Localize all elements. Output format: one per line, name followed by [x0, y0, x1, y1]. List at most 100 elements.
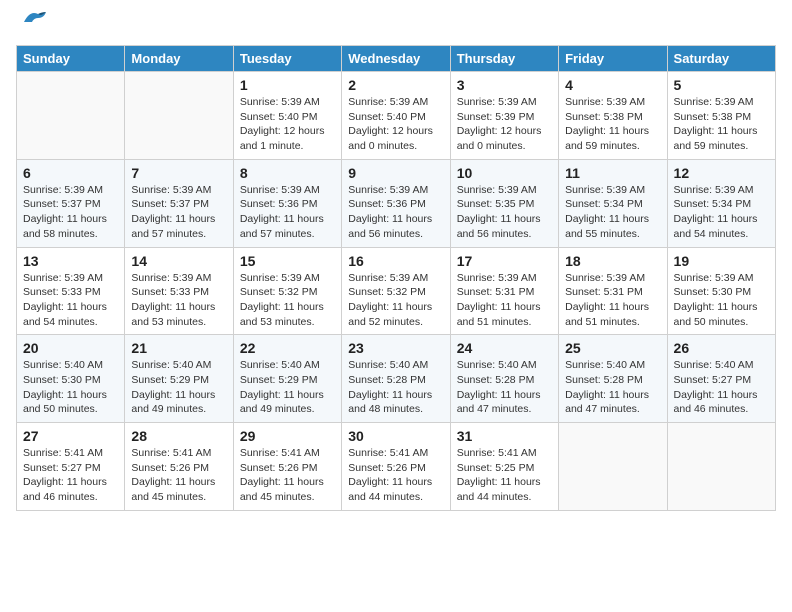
day-info: Sunrise: 5:39 AM Sunset: 5:32 PM Dayligh…	[348, 271, 443, 330]
day-info: Sunrise: 5:41 AM Sunset: 5:27 PM Dayligh…	[23, 446, 118, 505]
day-info: Sunrise: 5:39 AM Sunset: 5:32 PM Dayligh…	[240, 271, 335, 330]
day-info: Sunrise: 5:41 AM Sunset: 5:26 PM Dayligh…	[131, 446, 226, 505]
day-info: Sunrise: 5:39 AM Sunset: 5:30 PM Dayligh…	[674, 271, 769, 330]
header-friday: Friday	[559, 46, 667, 72]
calendar-cell: 11 Sunrise: 5:39 AM Sunset: 5:34 PM Dayli…	[559, 159, 667, 247]
day-number: 28	[131, 428, 226, 444]
calendar-cell: 5 Sunrise: 5:39 AM Sunset: 5:38 PM Daylig…	[667, 72, 775, 160]
header-wednesday: Wednesday	[342, 46, 450, 72]
day-info: Sunrise: 5:41 AM Sunset: 5:26 PM Dayligh…	[240, 446, 335, 505]
day-number: 11	[565, 165, 660, 181]
calendar-cell: 27Sunrise: 5:41 AM Sunset: 5:27 PM Dayli…	[17, 423, 125, 511]
calendar-cell: 3 Sunrise: 5:39 AM Sunset: 5:39 PM Daylig…	[450, 72, 558, 160]
day-number: 20	[23, 340, 118, 356]
day-info: Sunrise: 5:39 AM Sunset: 5:31 PM Dayligh…	[457, 271, 552, 330]
calendar-cell: 16 Sunrise: 5:39 AM Sunset: 5:32 PM Dayli…	[342, 247, 450, 335]
calendar-cell: 24 Sunrise: 5:40 AM Sunset: 5:28 PM Dayli…	[450, 335, 558, 423]
header-sunday: Sunday	[17, 46, 125, 72]
day-number: 22	[240, 340, 335, 356]
day-info: Sunrise: 5:39 AM Sunset: 5:31 PM Dayligh…	[565, 271, 660, 330]
logo	[16, 16, 48, 35]
day-info: Sunrise: 5:39 AM Sunset: 5:37 PM Dayligh…	[23, 183, 118, 242]
calendar-cell: 2Sunrise: 5:39 AM Sunset: 5:40 PM Daylig…	[342, 72, 450, 160]
calendar-cell: 20 Sunrise: 5:40 AM Sunset: 5:30 PM Dayli…	[17, 335, 125, 423]
calendar-cell	[17, 72, 125, 160]
day-info: Sunrise: 5:39 AM Sunset: 5:36 PM Dayligh…	[348, 183, 443, 242]
calendar-cell: 17 Sunrise: 5:39 AM Sunset: 5:31 PM Dayli…	[450, 247, 558, 335]
calendar-week-2: 6 Sunrise: 5:39 AM Sunset: 5:37 PM Daylig…	[17, 159, 776, 247]
day-number: 15	[240, 253, 335, 269]
day-info: Sunrise: 5:41 AM Sunset: 5:26 PM Dayligh…	[348, 446, 443, 505]
calendar-cell: 29 Sunrise: 5:41 AM Sunset: 5:26 PM Dayli…	[233, 423, 341, 511]
day-number: 31	[457, 428, 552, 444]
day-number: 25	[565, 340, 660, 356]
calendar-cell: 15 Sunrise: 5:39 AM Sunset: 5:32 PM Dayli…	[233, 247, 341, 335]
day-number: 23	[348, 340, 443, 356]
calendar-cell: 12 Sunrise: 5:39 AM Sunset: 5:34 PM Dayli…	[667, 159, 775, 247]
day-number: 2	[348, 77, 443, 93]
day-number: 1	[240, 77, 335, 93]
calendar-cell: 25 Sunrise: 5:40 AM Sunset: 5:28 PM Dayli…	[559, 335, 667, 423]
calendar-cell: 30 Sunrise: 5:41 AM Sunset: 5:26 PM Dayli…	[342, 423, 450, 511]
day-number: 17	[457, 253, 552, 269]
calendar-cell: 19Sunrise: 5:39 AM Sunset: 5:30 PM Dayli…	[667, 247, 775, 335]
day-info: Sunrise: 5:39 AM Sunset: 5:40 PM Dayligh…	[240, 95, 335, 154]
calendar-week-3: 13 Sunrise: 5:39 AM Sunset: 5:33 PM Dayli…	[17, 247, 776, 335]
calendar-cell: 18 Sunrise: 5:39 AM Sunset: 5:31 PM Dayli…	[559, 247, 667, 335]
day-info: Sunrise: 5:39 AM Sunset: 5:34 PM Dayligh…	[565, 183, 660, 242]
calendar-week-5: 27Sunrise: 5:41 AM Sunset: 5:27 PM Dayli…	[17, 423, 776, 511]
calendar-cell	[667, 423, 775, 511]
day-number: 7	[131, 165, 226, 181]
calendar-cell: 6 Sunrise: 5:39 AM Sunset: 5:37 PM Daylig…	[17, 159, 125, 247]
day-number: 10	[457, 165, 552, 181]
day-number: 21	[131, 340, 226, 356]
calendar-cell: 1 Sunrise: 5:39 AM Sunset: 5:40 PM Daylig…	[233, 72, 341, 160]
day-number: 4	[565, 77, 660, 93]
logo-bird-icon	[20, 8, 48, 35]
day-info: Sunrise: 5:39 AM Sunset: 5:36 PM Dayligh…	[240, 183, 335, 242]
calendar-cell	[559, 423, 667, 511]
day-number: 8	[240, 165, 335, 181]
day-info: Sunrise: 5:39 AM Sunset: 5:34 PM Dayligh…	[674, 183, 769, 242]
calendar-cell: 28 Sunrise: 5:41 AM Sunset: 5:26 PM Dayli…	[125, 423, 233, 511]
day-number: 12	[674, 165, 769, 181]
calendar-cell: 9Sunrise: 5:39 AM Sunset: 5:36 PM Daylig…	[342, 159, 450, 247]
day-number: 29	[240, 428, 335, 444]
day-number: 18	[565, 253, 660, 269]
calendar-cell: 4Sunrise: 5:39 AM Sunset: 5:38 PM Daylig…	[559, 72, 667, 160]
calendar-cell: 22 Sunrise: 5:40 AM Sunset: 5:29 PM Dayli…	[233, 335, 341, 423]
day-info: Sunrise: 5:39 AM Sunset: 5:33 PM Dayligh…	[131, 271, 226, 330]
day-number: 5	[674, 77, 769, 93]
calendar-cell	[125, 72, 233, 160]
day-number: 3	[457, 77, 552, 93]
header-saturday: Saturday	[667, 46, 775, 72]
day-info: Sunrise: 5:40 AM Sunset: 5:28 PM Dayligh…	[348, 358, 443, 417]
calendar-cell: 10 Sunrise: 5:39 AM Sunset: 5:35 PM Dayli…	[450, 159, 558, 247]
header-thursday: Thursday	[450, 46, 558, 72]
calendar-cell: 13Sunrise: 5:39 AM Sunset: 5:33 PM Dayli…	[17, 247, 125, 335]
day-info: Sunrise: 5:40 AM Sunset: 5:28 PM Dayligh…	[457, 358, 552, 417]
day-info: Sunrise: 5:40 AM Sunset: 5:27 PM Dayligh…	[674, 358, 769, 417]
calendar-week-4: 20 Sunrise: 5:40 AM Sunset: 5:30 PM Dayli…	[17, 335, 776, 423]
day-info: Sunrise: 5:39 AM Sunset: 5:35 PM Dayligh…	[457, 183, 552, 242]
day-number: 30	[348, 428, 443, 444]
day-info: Sunrise: 5:40 AM Sunset: 5:29 PM Dayligh…	[240, 358, 335, 417]
header-tuesday: Tuesday	[233, 46, 341, 72]
day-number: 16	[348, 253, 443, 269]
day-number: 14	[131, 253, 226, 269]
calendar-cell: 14 Sunrise: 5:39 AM Sunset: 5:33 PM Dayli…	[125, 247, 233, 335]
calendar-cell: 7 Sunrise: 5:39 AM Sunset: 5:37 PM Daylig…	[125, 159, 233, 247]
day-number: 24	[457, 340, 552, 356]
day-info: Sunrise: 5:39 AM Sunset: 5:38 PM Dayligh…	[674, 95, 769, 154]
day-info: Sunrise: 5:39 AM Sunset: 5:39 PM Dayligh…	[457, 95, 552, 154]
header-monday: Monday	[125, 46, 233, 72]
day-number: 13	[23, 253, 118, 269]
day-info: Sunrise: 5:40 AM Sunset: 5:29 PM Dayligh…	[131, 358, 226, 417]
day-info: Sunrise: 5:40 AM Sunset: 5:28 PM Dayligh…	[565, 358, 660, 417]
calendar-cell: 8 Sunrise: 5:39 AM Sunset: 5:36 PM Daylig…	[233, 159, 341, 247]
day-info: Sunrise: 5:40 AM Sunset: 5:30 PM Dayligh…	[23, 358, 118, 417]
calendar-cell: 21 Sunrise: 5:40 AM Sunset: 5:29 PM Dayli…	[125, 335, 233, 423]
day-info: Sunrise: 5:39 AM Sunset: 5:37 PM Dayligh…	[131, 183, 226, 242]
day-number: 6	[23, 165, 118, 181]
page-header	[16, 16, 776, 35]
